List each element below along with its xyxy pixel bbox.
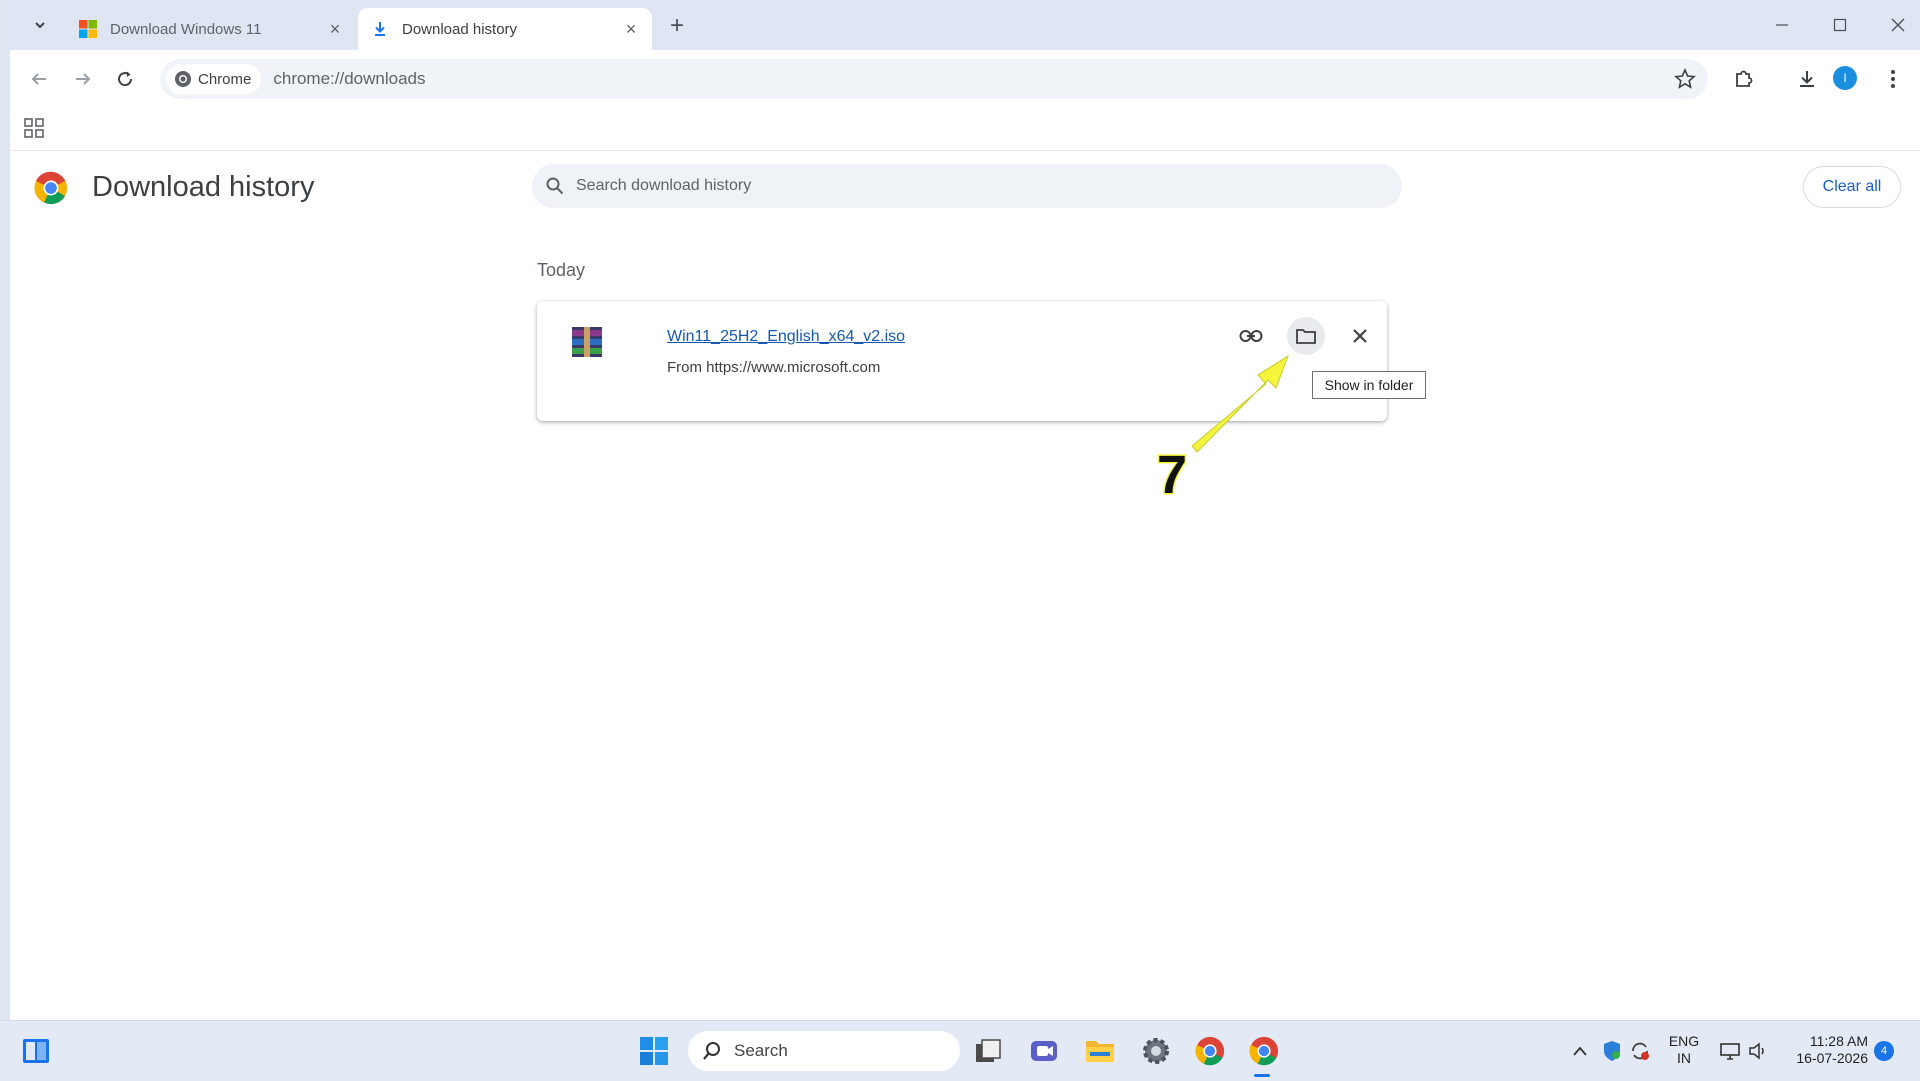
copy-link-button[interactable] [1232,317,1270,355]
close-icon [1891,18,1905,32]
active-app-indicator [1254,1074,1270,1077]
chip-label: Chrome [198,70,252,88]
menu-button[interactable] [1878,64,1908,94]
language-indicator[interactable]: ENG IN [1664,1033,1704,1067]
forward-button[interactable] [68,64,98,94]
search-icon [703,1042,720,1060]
network-icon [1720,1043,1740,1060]
puzzle-icon [1736,70,1753,87]
widgets-icon [23,1039,49,1063]
sync-icon [1632,1042,1649,1060]
language-line2: IN [1677,1050,1691,1066]
search-icon [546,177,564,195]
archive-file-icon [572,327,602,357]
arrow-left-icon [31,73,46,85]
taskbar-search[interactable]: Search [688,1031,960,1071]
reload-button[interactable] [110,64,140,94]
clock-time: 11:28 AM [1809,1033,1868,1049]
settings-app[interactable] [1138,1033,1174,1069]
reload-icon [118,71,133,87]
remove-download-button[interactable] [1341,317,1379,355]
address-bar[interactable]: Chrome chrome://downloads [160,59,1708,99]
downloads-page: Download history Clear all Today Win11_2… [10,151,1920,1020]
shield-icon [1604,1041,1620,1061]
arrow-right-icon [76,73,91,85]
chrome-app[interactable] [1192,1033,1228,1069]
url-text[interactable]: chrome://downloads [273,69,425,89]
download-item-card: Win11_25H2_English_x64_v2.iso From https… [537,301,1387,421]
minimize-button[interactable] [1762,10,1802,40]
speaker-icon [1749,1042,1764,1060]
search-downloads[interactable] [532,164,1402,208]
video-chat-icon [1031,1041,1057,1061]
widgets-button[interactable] [18,1033,54,1069]
taskbar: Search ENG IN 11:28 AM 16-07-2026 4 [0,1020,1920,1081]
gear-icon [1143,1038,1169,1064]
task-view-icon [976,1039,1001,1062]
close-icon[interactable]: × [622,19,640,39]
tab-search-button[interactable] [24,10,56,40]
date-section-label: Today [537,260,586,280]
chrome-logo-icon [34,171,67,205]
language-line1: ENG [1668,1033,1700,1049]
chrome-icon [1249,1036,1279,1066]
back-button[interactable] [24,64,54,94]
browser-window: Download Windows 11 × Download history ×… [10,0,1920,1020]
folder-icon [1296,329,1316,344]
volume-tray-icon[interactable] [1740,1033,1776,1069]
windows-start-icon [640,1037,668,1065]
taskbar-search-label: Search [734,1041,788,1060]
teams-app[interactable] [1026,1033,1062,1069]
bookmark-star-icon[interactable] [1674,68,1696,90]
tab-title: Download Windows 11 [110,20,262,38]
maximize-icon [1833,18,1847,32]
search-input[interactable] [574,176,1358,196]
page-title: Download history [92,171,315,203]
tooltip: Show in folder [1312,371,1426,399]
chrome-app-active[interactable] [1246,1033,1282,1069]
download-icon [375,22,385,36]
show-hidden-icons-button[interactable] [1562,1033,1598,1069]
show-in-folder-button[interactable] [1287,317,1325,355]
profile-avatar[interactable]: I [1833,66,1857,90]
task-view-button[interactable] [970,1033,1006,1069]
folder-icon [1086,1041,1114,1062]
extensions-button[interactable] [1729,64,1759,94]
minimize-icon [1776,24,1788,26]
file-source: From https://www.microsoft.com [667,359,881,376]
maximize-button[interactable] [1820,10,1860,40]
chevron-up-icon [1573,1046,1587,1056]
chrome-icon [175,71,191,87]
close-icon [1353,329,1367,343]
sync-tray-icon[interactable] [1622,1033,1658,1069]
close-icon[interactable]: × [326,19,344,39]
downloads-button[interactable] [1792,64,1822,94]
chrome-icon [1195,1036,1225,1066]
apps-grid-icon[interactable] [22,116,46,140]
windows-logo-icon [79,20,97,38]
chevron-down-icon [35,22,45,29]
tab-strip: Download Windows 11 × Download history ×… [10,0,1920,50]
download-icon [1800,71,1814,87]
browser-toolbar: Chrome chrome://downloads I [10,50,1920,108]
tab-download-history[interactable]: Download history × [358,8,652,50]
tab-title: Download history [402,20,518,38]
bookmarks-bar [10,108,1920,151]
close-window-button[interactable] [1878,10,1918,40]
clear-all-button[interactable]: Clear all [1803,166,1901,208]
file-explorer-app[interactable] [1082,1033,1118,1069]
notification-badge[interactable]: 4 [1874,1041,1894,1061]
site-info-chip[interactable]: Chrome [166,64,262,94]
kebab-menu-icon [1891,70,1895,88]
clock[interactable]: 11:28 AM 16-07-2026 [1782,1033,1868,1067]
new-tab-button[interactable]: + [662,12,692,40]
tab-download-windows-11[interactable]: Download Windows 11 × [66,8,356,50]
link-icon [1239,330,1263,342]
start-button[interactable] [636,1033,672,1069]
file-name-link[interactable]: Win11_25H2_English_x64_v2.iso [667,328,905,346]
clock-date: 16-07-2026 [1796,1050,1868,1066]
